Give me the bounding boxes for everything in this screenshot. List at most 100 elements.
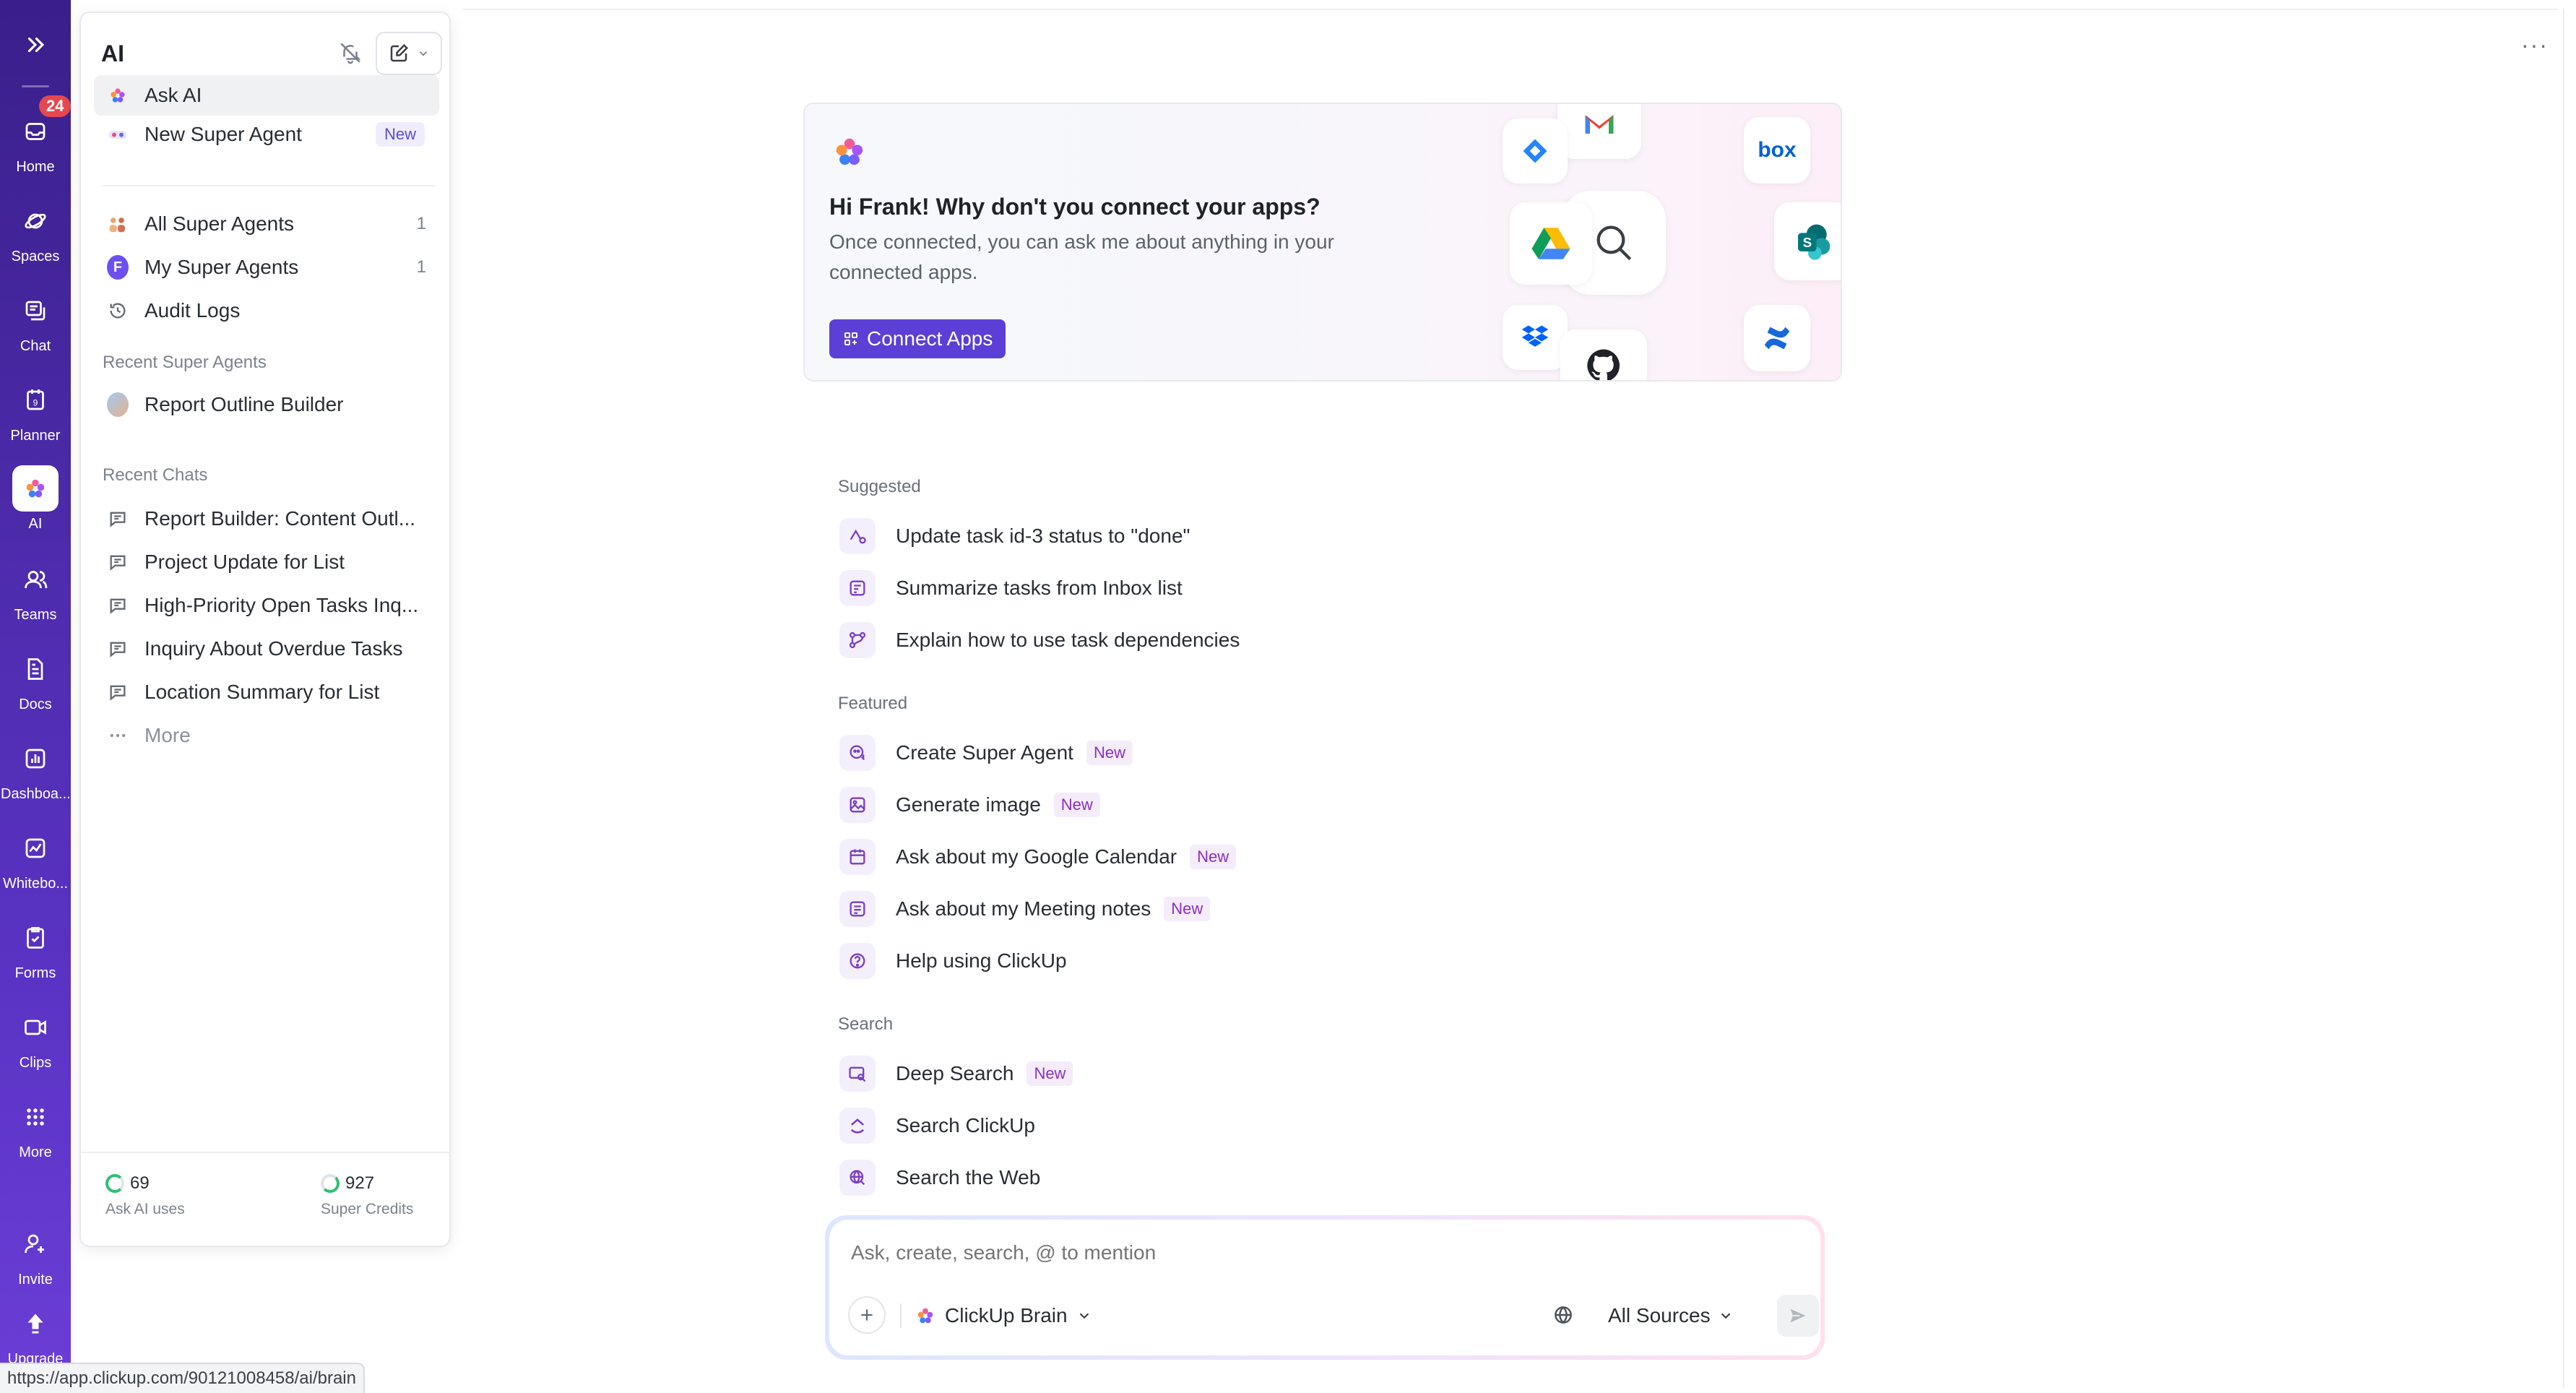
rail-item-dashboards[interactable]: Dashboa... xyxy=(0,736,71,815)
ask-input[interactable] xyxy=(851,1241,1790,1264)
avatar: F xyxy=(107,255,129,280)
ai-panel: AI Ask AI New Super Agent New All Super … xyxy=(79,12,451,1247)
more-label: More xyxy=(144,724,191,746)
globe-search-icon xyxy=(839,1160,876,1196)
create-agent-icon xyxy=(839,735,876,771)
featured-item[interactable]: Ask about my Meeting notes New xyxy=(839,889,1211,929)
summarize-icon xyxy=(839,570,876,606)
rail-item-ai[interactable]: AI xyxy=(0,465,71,545)
recent-chat-item[interactable]: Project Update for List xyxy=(94,542,439,582)
featured-item[interactable]: Help using ClickUp xyxy=(839,941,1067,981)
search-label: Search the Web xyxy=(896,1166,1041,1189)
sources-label: All Sources xyxy=(1608,1304,1711,1327)
rail-label-teams: Teams xyxy=(14,607,57,623)
search-item[interactable]: Deep Search New xyxy=(839,1053,1073,1094)
ellipsis-icon xyxy=(107,725,129,746)
rail-label-invite: Invite xyxy=(18,1272,53,1288)
new-badge: New xyxy=(1190,845,1237,869)
brain-icon xyxy=(107,85,129,106)
recent-chat-label: High-Priority Open Tasks Inq... xyxy=(144,594,419,616)
gmail-icon xyxy=(1557,104,1641,159)
google-drive-icon xyxy=(1510,202,1592,285)
rail-item-home[interactable]: Home xyxy=(0,108,71,188)
ask-ai-uses-value: 69 xyxy=(130,1173,150,1193)
suggestion-item[interactable]: Update task id-3 status to "done" xyxy=(839,516,1190,556)
chat-bubble-icon xyxy=(107,595,129,616)
rail-item-planner[interactable]: 9 Planner xyxy=(0,377,71,457)
calendar-icon: 9 xyxy=(12,377,59,423)
more-chats-button[interactable]: More xyxy=(94,715,439,756)
chevron-down-icon xyxy=(419,51,428,56)
rail-item-invite[interactable]: Invite xyxy=(0,1221,71,1301)
teams-icon xyxy=(12,556,59,603)
add-attachment-button[interactable] xyxy=(848,1296,886,1334)
suggestion-item[interactable]: Summarize tasks from Inbox list xyxy=(839,568,1183,608)
recent-chat-item[interactable]: Inquiry About Overdue Tasks xyxy=(94,629,439,669)
avatar-icon: F xyxy=(107,255,129,280)
recent-chat-item[interactable]: High-Priority Open Tasks Inq... xyxy=(94,585,439,626)
rail-item-spaces[interactable]: Spaces xyxy=(0,198,71,277)
chevron-down-icon xyxy=(1079,1313,1089,1319)
featured-item[interactable]: Create Super Agent New xyxy=(839,733,1133,773)
count-label: 1 xyxy=(416,214,426,233)
chevron-down-icon xyxy=(1721,1313,1730,1319)
send-button[interactable] xyxy=(1777,1295,1819,1337)
recent-chat-item[interactable]: Report Builder: Content Outl... xyxy=(94,499,439,539)
rail-label-forms: Forms xyxy=(14,965,56,981)
rail-item-clips[interactable]: Clips xyxy=(0,1004,71,1084)
home-notification-badge: 24 xyxy=(39,95,72,117)
search-label: Search ClickUp xyxy=(896,1114,1035,1137)
new-badge: New xyxy=(1026,1061,1073,1086)
panel-item-new-super-agent[interactable]: New Super Agent New xyxy=(94,114,439,155)
svg-text:9: 9 xyxy=(33,398,38,408)
count-label: 1 xyxy=(416,257,426,277)
panel-item-my-super-agents[interactable]: F My Super Agents 1 xyxy=(94,247,439,288)
more-options-icon[interactable]: ··· xyxy=(2521,32,2549,59)
expand-sidebar-icon[interactable] xyxy=(0,29,71,61)
model-label: ClickUp Brain xyxy=(945,1304,1068,1327)
rail-item-whiteboards[interactable]: Whitebo... xyxy=(0,825,71,905)
sharepoint-icon: S xyxy=(1774,202,1841,280)
chat-bubble-icon xyxy=(107,638,129,660)
recent-chat-item[interactable]: Location Summary for List xyxy=(94,672,439,712)
search-item[interactable]: Search the Web xyxy=(839,1157,1040,1198)
suggestion-item[interactable]: Explain how to use task dependencies xyxy=(839,620,1240,660)
plus-icon xyxy=(861,1309,873,1321)
new-badge: New xyxy=(1086,741,1133,765)
recent-chat-label: Inquiry About Overdue Tasks xyxy=(144,637,403,660)
model-selector[interactable]: ClickUp Brain xyxy=(915,1299,1092,1332)
rail-item-forms[interactable]: Forms xyxy=(0,915,71,994)
chat-icon xyxy=(12,288,59,334)
rail-label-spaces: Spaces xyxy=(11,249,60,264)
avatar xyxy=(107,392,129,417)
rail-item-teams[interactable]: Teams xyxy=(0,556,71,636)
doc-icon xyxy=(12,646,59,692)
new-chat-button[interactable] xyxy=(376,32,442,75)
panel-item-ask-ai[interactable]: Ask AI xyxy=(94,75,439,116)
recent-chat-label: Project Update for List xyxy=(144,551,345,573)
rail-label-docs: Docs xyxy=(19,696,52,712)
ask-ai-composer: ClickUp Brain All Sources xyxy=(825,1215,1825,1360)
rail-item-chat[interactable]: Chat xyxy=(0,288,71,367)
search-heading: Search xyxy=(838,1014,894,1034)
sources-selector[interactable]: All Sources xyxy=(1608,1299,1734,1332)
help-icon xyxy=(839,943,876,979)
jira-icon xyxy=(1503,118,1568,184)
rail-item-docs[interactable]: Docs xyxy=(0,646,71,725)
connect-apps-button[interactable]: Connect Apps xyxy=(829,319,1006,358)
mute-notifications-icon[interactable] xyxy=(338,40,368,71)
featured-item[interactable]: Ask about my Google Calendar New xyxy=(839,837,1237,877)
recent-agent-item[interactable]: Report Outline Builder xyxy=(94,384,439,425)
panel-item-label: Audit Logs xyxy=(144,299,241,322)
rail-label-clips: Clips xyxy=(19,1055,52,1071)
rail-label-dashboards: Dashboa... xyxy=(1,786,70,802)
globe-icon[interactable] xyxy=(1552,1303,1576,1328)
panel-item-all-super-agents[interactable]: All Super Agents 1 xyxy=(94,204,439,244)
new-badge: New xyxy=(1053,793,1100,817)
featured-item[interactable]: Generate image New xyxy=(839,785,1100,825)
rail-item-more[interactable]: More xyxy=(0,1094,71,1173)
suggestion-label: Update task id-3 status to "done" xyxy=(896,525,1190,547)
search-item[interactable]: Search ClickUp xyxy=(839,1105,1035,1146)
calendar-icon xyxy=(839,839,876,875)
panel-item-audit-logs[interactable]: Audit Logs xyxy=(94,290,439,331)
